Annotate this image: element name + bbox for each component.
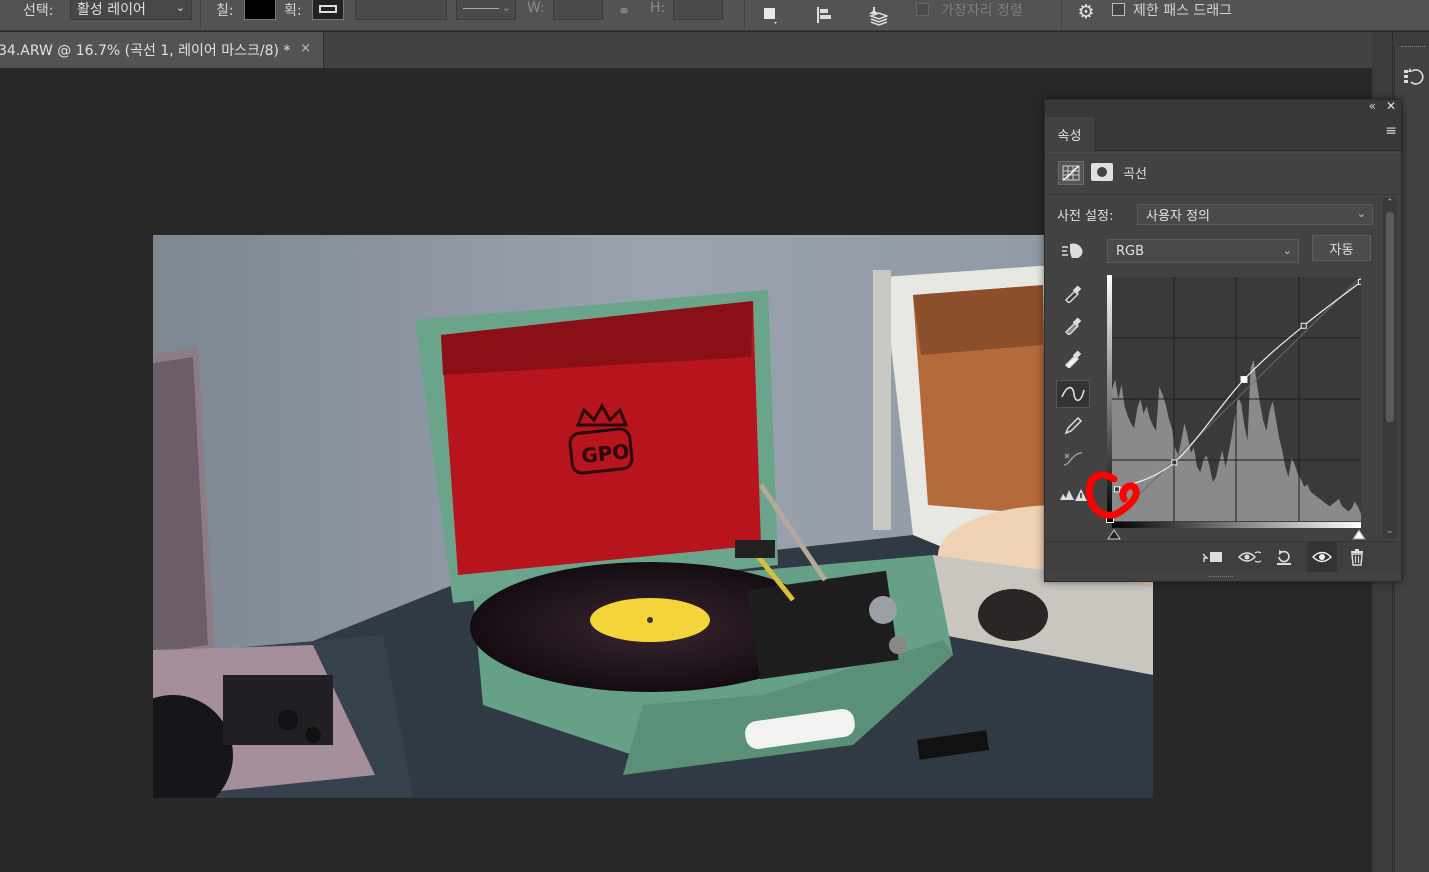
clip-to-layer-icon[interactable]: [1199, 546, 1225, 568]
gear-icon[interactable]: ⚙: [1073, 0, 1099, 24]
layer-select-value: 활성 레이어: [77, 2, 146, 18]
curves-adjustment-icon[interactable]: [1058, 161, 1084, 185]
align-edges-label: 가장자리 정렬: [941, 3, 1023, 19]
w-label: W:: [527, 0, 545, 16]
document-tab-title: 34.ARW @ 16.7% (곡선 1, 레이어 마스크/8) *: [0, 43, 291, 59]
red-annotation-circle: [1085, 471, 1140, 519]
panel-bottom-toolbar: [1045, 542, 1401, 572]
path-arrangement-icon[interactable]: [864, 3, 890, 27]
stroke-label: 획:: [284, 3, 302, 19]
auto-button[interactable]: 자동: [1312, 235, 1371, 261]
black-point-eyedropper-icon[interactable]: [1060, 281, 1086, 305]
stroke-type-dropdown[interactable]: ⌄: [456, 0, 516, 20]
h-label: H:: [650, 0, 666, 16]
chevron-down-icon: ⌄: [175, 1, 185, 14]
record-player-photo: GPO: [153, 235, 1153, 798]
panel-resize-grip[interactable]: [1209, 576, 1233, 579]
adjustment-name: 곡선: [1123, 167, 1147, 182]
align-edges-checkbox[interactable]: [916, 3, 929, 16]
collapse-panel-icon[interactable]: «: [1369, 99, 1376, 113]
curve-control-point[interactable]: [1358, 278, 1362, 285]
view-previous-state-icon[interactable]: [1236, 546, 1262, 568]
history-icon[interactable]: [1401, 64, 1425, 88]
preset-value: 사용자 정의: [1146, 209, 1210, 224]
fill-label: 칠:: [216, 3, 234, 19]
select-label: 선택:: [23, 3, 54, 19]
panel-scrollbar[interactable]: ⌃ ⌄: [1383, 198, 1397, 538]
layer-mask-icon[interactable]: [1091, 163, 1113, 181]
height-field[interactable]: [673, 0, 723, 20]
stroke-swatch[interactable]: [312, 0, 344, 20]
curve-control-point[interactable]: [1300, 322, 1307, 329]
chevron-down-icon: ⌄: [1282, 244, 1292, 257]
edit-points-curve-icon[interactable]: [1056, 380, 1090, 408]
gpo-logo-text: GPO: [580, 439, 630, 468]
channel-dropdown[interactable]: RGB ⌄: [1107, 239, 1299, 263]
trash-icon[interactable]: [1344, 546, 1370, 568]
chevron-down-icon: ⌄: [1356, 207, 1366, 220]
path-alignment-icon[interactable]: [812, 3, 836, 27]
channel-value: RGB: [1116, 243, 1145, 259]
width-field[interactable]: [553, 0, 603, 20]
tab-properties-label: 속성: [1057, 128, 1082, 144]
close-panel-icon[interactable]: ✕: [1386, 99, 1396, 113]
preset-label: 사전 설정:: [1057, 209, 1114, 224]
constrain-path-label: 제한 패스 드래그: [1133, 3, 1233, 19]
black-input-slider[interactable]: [1106, 529, 1122, 541]
link-icon[interactable]: ⚭: [612, 1, 636, 21]
layer-select-dropdown[interactable]: 활성 레이어 ⌄: [70, 0, 192, 20]
options-bar: 선택: 활성 레이어 ⌄ 칠: 획: ⌄ W: ⚭ H: 가장자리 정렬 ⚙ 제한…: [0, 0, 1429, 31]
chevron-down-icon: ⌄: [501, 1, 511, 14]
panel-menu-icon[interactable]: ≡: [1385, 123, 1397, 139]
stroke-width-field[interactable]: [355, 0, 447, 20]
constrain-path-checkbox[interactable]: [1112, 3, 1125, 16]
path-operations-icon[interactable]: [758, 3, 782, 27]
tab-properties[interactable]: 속성: [1045, 117, 1094, 151]
white-point-eyedropper-icon[interactable]: [1060, 346, 1086, 370]
preset-dropdown[interactable]: 사용자 정의 ⌄: [1137, 204, 1373, 225]
gray-point-eyedropper-icon[interactable]: [1060, 313, 1086, 337]
fill-swatch[interactable]: [244, 0, 276, 20]
pencil-icon[interactable]: [1060, 414, 1086, 438]
white-input-slider[interactable]: [1351, 529, 1367, 541]
targeted-adjustment-hand-icon[interactable]: [1059, 239, 1087, 261]
visibility-eye-icon[interactable]: [1307, 542, 1337, 572]
document-photo[interactable]: GPO: [153, 235, 1153, 798]
reset-icon[interactable]: [1271, 546, 1297, 568]
curve-control-point[interactable]: [1171, 459, 1178, 466]
close-icon[interactable]: ×: [300, 41, 311, 56]
document-tab[interactable]: 34.ARW @ 16.7% (곡선 1, 레이어 마스크/8) * ×: [0, 32, 324, 68]
curve-control-point[interactable]: [1240, 376, 1248, 383]
document-tab-bar: 34.ARW @ 16.7% (곡선 1, 레이어 마스크/8) * ×: [0, 32, 1394, 68]
